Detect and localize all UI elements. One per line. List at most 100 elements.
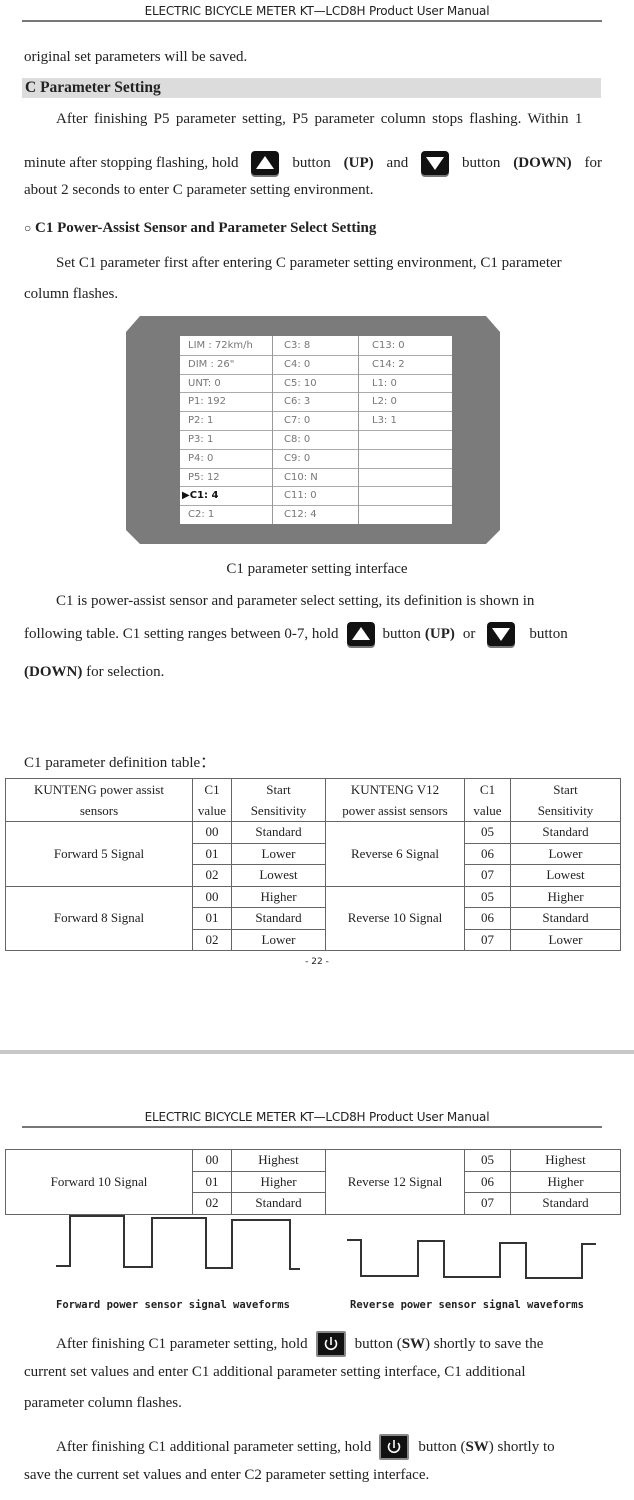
text: ) shortly to [488,1439,555,1455]
sensor-type-cell: Forward 5 Signal [5,821,193,887]
header-text: KUNTENG V12 [350,782,440,797]
lcd-column-divider [272,336,273,524]
text: for selection. [86,664,165,680]
forward-waveform [56,1215,300,1270]
table-row: Forward 5 Signal 00 Standard Reverse 6 Sign… [5,821,621,887]
sensitivity-cell: Standard [231,821,326,844]
lcd-param-p1: P1: 192 [188,392,226,411]
c1-value-cell: 07 [464,928,511,951]
paragraph-line-buttons: After finishing C1 additional parameter … [56,1434,555,1460]
sensitivity-cell: Higher [231,1170,326,1193]
c1-value-cell: 05 [464,885,511,908]
lcd-param-c12: C12: 4 [284,505,317,524]
text-bold: (DOWN) [24,664,83,680]
c1-value-cell: 02 [192,864,232,887]
up-button-icon [346,622,375,646]
lcd-param-text: C13: 0 [372,340,405,351]
sensitivity-cell: Higher [510,885,621,908]
c1-definition-table: KUNTENG power assist sensors C1 value Start S… [5,778,621,951]
text: button ( [354,1336,402,1352]
page-divider [0,1050,634,1054]
lcd-row-divider [180,430,452,431]
subsection-title: ○ C1 Power-Assist Sensor and Parameter S… [24,220,376,236]
text: or [462,626,476,642]
lcd-param-c13: C13: 0 [372,336,405,355]
sensitivity-cell: Lower [231,928,326,951]
c1-value-cell: 00 [192,821,232,844]
lcd-param-text: P2: 1 [188,415,214,427]
lcd-param-text: DIM : 26" [188,358,235,370]
header-text: C1 [479,782,496,797]
c1-value-cell: 01 [192,1170,232,1193]
lcd-param-p3: P3: 1 [188,430,213,449]
paragraph-line: about 2 seconds to enter C parameter set… [24,182,374,198]
text: and [386,155,409,171]
lcd-param-c2: C2: 1 [188,505,214,524]
lcd-param-text: L1: 0 [372,377,397,389]
lcd-param-text: L3: 1 [372,415,397,427]
lcd-param-text: C14: 2 [372,358,405,370]
table-row: Forward 10 Signal 00 Highest Reverse 12 Sig… [5,1149,621,1215]
lcd-param-text: C5: 10 [284,377,317,389]
lcd-param-text: C2: 1 [188,509,215,521]
lcd-param-c14: C14: 2 [372,355,405,374]
paragraph-line: column flashes. [24,286,119,302]
sensor-type-cell: Forward 8 Signal [5,885,193,951]
text: button [292,155,331,171]
c1-definition-table-continued: Forward 10 Signal 00 Highest Reverse 12 Sig… [5,1149,621,1215]
c1-value-cell: 06 [464,842,511,865]
paragraph-line: (DOWN) for selection. [24,664,164,680]
table-header-cell: Start Sensitivity [510,778,621,822]
page-header: ELECTRIC BICYCLE METER KT—LCD8H Product … [144,1110,490,1124]
reverse-waveform [347,1239,596,1279]
text: button [462,155,501,171]
lcd-param-p4: P4: 0 [188,449,213,468]
text: button ( [418,1439,466,1455]
selection-arrow-icon: ▶ [182,490,190,502]
lcd-param-text: LIM : 72km/h [188,340,253,351]
paragraph-line-buttons: minute after stopping flashing, hold but… [24,151,602,175]
lcd-param-c5: C5: 10 [284,374,317,393]
sensitivity-cell: Standard [231,907,326,930]
header-rule [22,20,602,22]
table-header-cell: C1 value [192,778,232,822]
table-header-row: KUNTENG power assist sensors C1 value Start S… [5,778,621,822]
c1-value-cell: 06 [464,907,511,930]
lcd-param-c10: C10: N [284,468,318,487]
paragraph-line-buttons: following table. C1 setting ranges betwe… [24,622,568,646]
text: for [584,155,603,171]
c1-value-cell: 01 [192,907,232,930]
lcd-param-c4: C4: 0 [284,355,310,374]
paragraph-line: parameter column flashes. [24,1395,182,1411]
reverse-waveform-caption: Reverse power sensor signal waveforms [350,1299,584,1311]
c1-value-cell: 02 [192,928,232,951]
lcd-param-text: C6: 3 [284,396,311,408]
text-bold: (UP) [424,626,455,642]
header-text: sensors [79,803,119,818]
text: After finishing C1 parameter setting, ho… [56,1336,308,1352]
header-text: Start [266,782,291,797]
text-bold: (UP) [343,155,374,171]
sensitivity-cell: Standard [510,907,621,930]
sensor-type-cell: Reverse 6 Signal [325,821,465,887]
page-number: - 22 - [305,957,329,967]
paragraph-line: After finishing P5 parameter setting, P5… [56,111,583,127]
section-title: C Parameter Setting [22,78,601,98]
lcd-param-l1: L1: 0 [372,374,397,393]
text-bold: SW [401,1336,426,1352]
paragraph-line: save the current set values and enter C2… [24,1467,430,1483]
table-header-cell: KUNTENG V12 power assist sensors [325,778,465,822]
down-button-icon [487,622,516,646]
header-rule [22,1126,602,1128]
lcd-param-text: P4: 0 [188,452,214,464]
lcd-param-text: UNT: 0 [188,377,221,389]
text-bold: (DOWN) [513,155,572,171]
forward-waveform-caption: Forward power sensor signal waveforms [56,1299,290,1311]
lcd-row-divider [180,448,452,450]
table-title: C1 parameter definition table： [24,755,216,771]
lcd-param-c1: ▶C1: 4 [182,486,218,505]
lcd-param-text: C7: 0 [284,415,311,427]
c1-value-cell: 07 [464,864,511,887]
lcd-param-text: C4: 0 [284,358,311,370]
lcd-param-c6: C6: 3 [284,392,310,411]
